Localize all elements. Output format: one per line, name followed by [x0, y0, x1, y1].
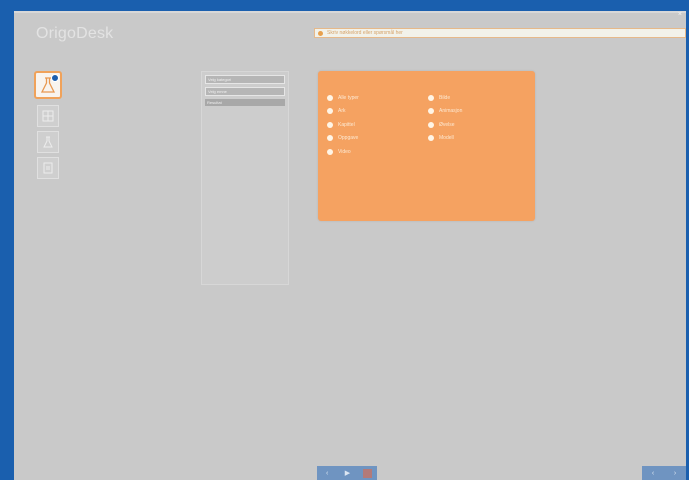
- search-text: Skriv nøkkelord eller spørsmål her: [327, 30, 403, 36]
- list-item[interactable]: Velg emne: [205, 87, 285, 96]
- radio-icon: [428, 121, 434, 128]
- prev-button[interactable]: ‹: [322, 468, 332, 478]
- radio-icon: [327, 94, 333, 101]
- radio-icon: [428, 108, 434, 115]
- option-label: Modell: [439, 135, 454, 142]
- options-panel: Alle typer Ark Kapittel Oppgave Video Bi…: [318, 71, 535, 221]
- app-window: OrigoDesk Skriv nøkkelord eller spørsmål…: [14, 11, 686, 480]
- page-icon: [43, 162, 53, 174]
- option-label: Oppgave: [338, 135, 359, 142]
- option-item[interactable]: Ark: [327, 105, 417, 119]
- list-panel: Velg kategori Velg emne Resultat: [201, 71, 289, 285]
- left-toolbar: [34, 71, 62, 183]
- tool-grid[interactable]: [37, 105, 59, 127]
- search-input[interactable]: Skriv nøkkelord eller spørsmål her: [314, 28, 686, 38]
- option-item[interactable]: Kapittel: [327, 118, 417, 132]
- beaker-icon: [43, 136, 53, 148]
- tool-beaker[interactable]: [37, 131, 59, 153]
- option-label: Video: [338, 148, 351, 155]
- radio-icon: [327, 121, 333, 128]
- radio-icon: [327, 108, 333, 115]
- option-item[interactable]: Alle typer: [327, 91, 417, 105]
- option-item[interactable]: Oppgave: [327, 132, 417, 146]
- bottom-right-controls: ‹ ›: [642, 466, 686, 480]
- option-label: Kapittel: [338, 121, 355, 128]
- grid-icon: [42, 110, 54, 122]
- stop-button[interactable]: [362, 468, 372, 478]
- app-logo: OrigoDesk: [36, 25, 114, 42]
- option-label: Bilde: [439, 94, 451, 101]
- forward-button[interactable]: ›: [670, 468, 680, 478]
- options-left-column: Alle typer Ark Kapittel Oppgave Video: [327, 91, 417, 159]
- option-label: Ark: [338, 108, 346, 115]
- options-right-column: Bilde Animasjon Øvelse Modell: [428, 91, 518, 145]
- play-button[interactable]: ▶: [342, 468, 352, 478]
- option-label: Øvelse: [439, 121, 455, 128]
- back-button[interactable]: ‹: [648, 468, 658, 478]
- option-item[interactable]: Øvelse: [428, 118, 518, 132]
- option-item[interactable]: Modell: [428, 132, 518, 146]
- option-item[interactable]: Animasjon: [428, 105, 518, 119]
- close-icon[interactable]: ×: [678, 11, 682, 18]
- tool-page[interactable]: [37, 157, 59, 179]
- radio-icon: [327, 135, 333, 142]
- bottom-navigation: ‹ ▶: [317, 466, 377, 480]
- top-strip: [14, 11, 686, 13]
- option-label: Animasjon: [439, 108, 463, 115]
- radio-icon: [327, 148, 333, 155]
- option-item[interactable]: Video: [327, 145, 417, 159]
- list-item-selected[interactable]: Resultat: [205, 99, 285, 106]
- radio-icon: [428, 94, 434, 101]
- option-item[interactable]: Bilde: [428, 91, 518, 105]
- search-icon: [318, 30, 323, 36]
- tool-flask[interactable]: [34, 71, 62, 99]
- option-label: Alle typer: [338, 94, 359, 101]
- list-item[interactable]: Velg kategori: [205, 75, 285, 84]
- notification-badge: [51, 74, 59, 82]
- radio-icon: [428, 135, 434, 142]
